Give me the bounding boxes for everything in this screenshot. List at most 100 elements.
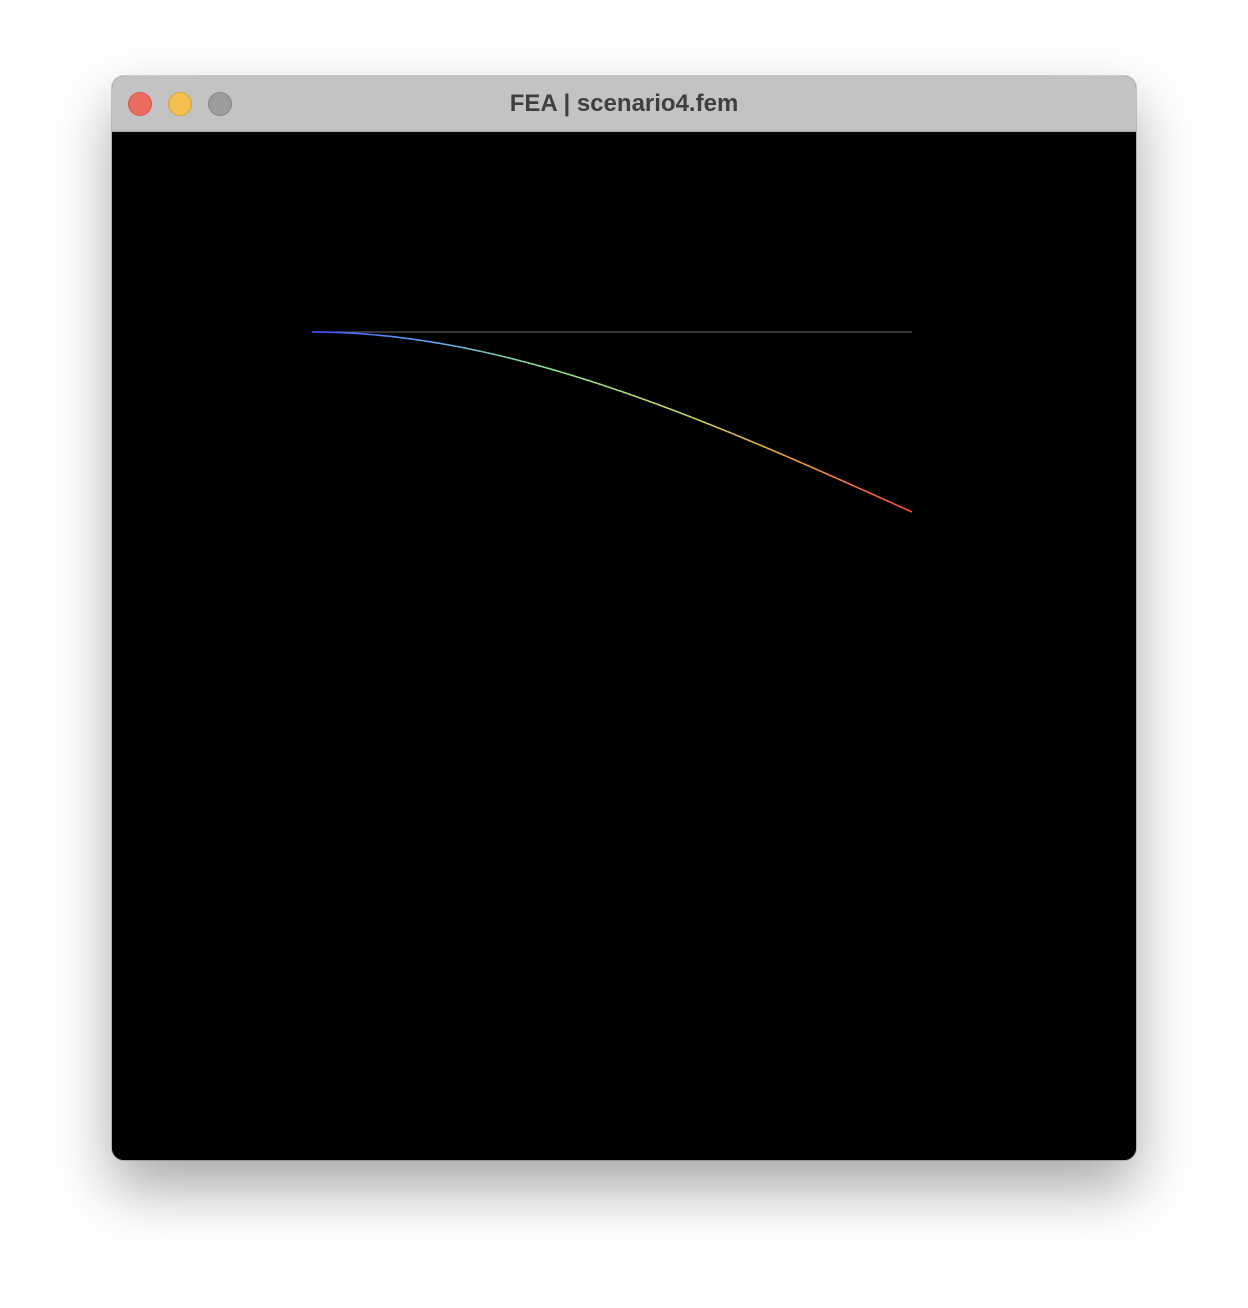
beam-segment — [816, 468, 823, 473]
beam-segment — [696, 418, 703, 423]
beam-segment — [701, 420, 708, 425]
beam-plot — [311, 331, 913, 513]
beam-segment — [466, 347, 473, 351]
beam-segment — [891, 502, 898, 506]
beam-segment — [781, 453, 788, 458]
beam-segment — [721, 428, 728, 433]
title-bar[interactable]: FEA | scenario4.fem — [112, 76, 1136, 132]
beam-segment — [601, 384, 608, 388]
beam-segment — [646, 399, 653, 404]
fea-viewport[interactable] — [112, 132, 1136, 1160]
beam-segment — [841, 479, 848, 484]
beam-segment — [406, 337, 413, 340]
beam-segment — [751, 440, 758, 445]
beam-segment — [651, 401, 658, 405]
beam-segment — [436, 342, 443, 345]
beam-segment — [526, 361, 533, 365]
beam-segment — [391, 335, 398, 338]
beam-segment — [676, 410, 683, 415]
beam-segment — [711, 424, 718, 429]
beam-segment — [906, 509, 913, 513]
beam-segment — [856, 486, 863, 491]
beam-segment — [426, 340, 433, 343]
app-window: FEA | scenario4.fem — [112, 76, 1136, 1160]
window-title: FEA | scenario4.fem — [509, 90, 739, 117]
beam-segment — [766, 447, 773, 451]
beam-segment — [506, 356, 513, 360]
beam-segment — [606, 385, 613, 390]
beam-segment — [681, 412, 688, 417]
beam-segment — [616, 389, 623, 393]
beam-segment — [611, 387, 618, 391]
beam-segment — [826, 473, 833, 477]
beam-segment — [881, 497, 888, 502]
beam-segment — [531, 363, 538, 366]
beam-segment — [636, 396, 643, 400]
beam-segment — [656, 403, 663, 407]
beam-segment — [821, 471, 828, 475]
beam-segment — [871, 493, 878, 497]
beam-segment — [666, 407, 673, 411]
beam-segment — [726, 430, 733, 435]
beam-segment — [886, 500, 893, 504]
beam-segment — [671, 409, 678, 413]
beam-segment — [776, 451, 783, 456]
beam-segment — [596, 382, 603, 386]
beam-segment — [501, 355, 508, 359]
beam-segment — [461, 346, 468, 350]
beam-segment — [551, 368, 558, 372]
beam-segment — [846, 482, 853, 486]
beam-segment — [441, 342, 448, 346]
beam-segment — [521, 360, 528, 364]
beam-segment — [571, 374, 578, 378]
beam-segment — [431, 341, 438, 344]
beam-segment — [401, 336, 408, 340]
beam-segment — [691, 416, 698, 421]
beam-segment — [471, 348, 478, 352]
beam-segment — [416, 338, 423, 342]
beam-segment — [541, 365, 548, 369]
beam-segment — [491, 353, 498, 356]
beam-segment — [896, 504, 903, 509]
beam-segment — [561, 371, 568, 375]
beam-segment — [836, 477, 843, 482]
beam-segment — [811, 466, 818, 471]
beam-segment — [546, 367, 553, 371]
beam-segment — [576, 376, 583, 380]
beam-segment — [386, 335, 393, 338]
beam-segment — [801, 462, 808, 466]
beam-segment — [786, 455, 793, 460]
beam-segment — [481, 350, 488, 354]
beam-segment — [731, 432, 738, 437]
beam-segment — [511, 357, 518, 361]
beam-segment — [396, 336, 403, 339]
beam-segment — [581, 377, 588, 381]
beam-segment — [796, 460, 803, 464]
beam-segment — [381, 334, 388, 337]
beam-segment — [641, 397, 648, 402]
beam-segment — [451, 344, 458, 348]
beam-segment — [566, 373, 573, 377]
beam-segment — [706, 422, 713, 427]
beam-segment — [771, 449, 778, 454]
beam-segment — [631, 394, 638, 398]
beam-segment — [421, 339, 428, 343]
beam-segment — [621, 390, 628, 395]
beam-segment — [661, 405, 668, 409]
beam-segment — [831, 475, 838, 480]
beam-segment — [516, 359, 523, 362]
beam-segment — [476, 349, 483, 353]
beam-segment — [456, 345, 463, 349]
beam-segment — [746, 438, 753, 443]
beam-segment — [806, 464, 813, 469]
beam-segment — [446, 343, 453, 347]
beam-segment — [556, 370, 563, 374]
beam-segment — [686, 414, 693, 419]
beam-segment — [761, 445, 768, 449]
beam-segment — [736, 434, 743, 439]
beam-segment — [901, 506, 908, 511]
beam-segment — [626, 392, 633, 396]
beam-segment — [716, 426, 723, 431]
beam-segment — [591, 380, 598, 385]
beam-segment — [536, 364, 543, 368]
